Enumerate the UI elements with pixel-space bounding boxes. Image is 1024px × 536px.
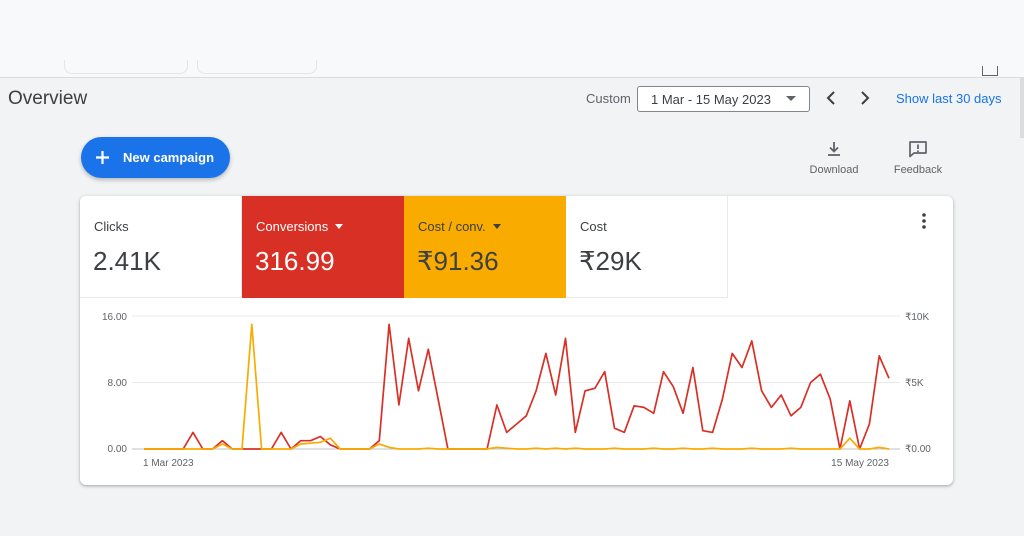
left-axis-tick: 8.00 [108, 378, 128, 389]
metric-value: ₹29K [579, 246, 642, 276]
metric-value: 316.99 [255, 246, 335, 276]
feedback-label: Feedback [893, 164, 943, 176]
chevron-left-icon [826, 91, 835, 105]
metric-tile-conversions[interactable]: Conversions 316.99 [242, 196, 404, 298]
series-line-conversions [144, 323, 890, 450]
metric-tile-cost-per-conversion[interactable]: Cost / conv. ₹91.36 [404, 196, 566, 298]
new-campaign-label: New campaign [123, 150, 215, 165]
right-axis-tick: ₹0.00 [905, 444, 931, 455]
filter-chip[interactable] [64, 60, 188, 74]
metric-tiles: Clicks 2.41K Conversions 316.99 Cost / c… [80, 196, 728, 298]
left-axis-tick: 16.00 [102, 312, 127, 323]
segment-icon[interactable] [982, 66, 998, 76]
right-axis-tick: ₹10K [905, 312, 929, 323]
filter-chip[interactable] [197, 60, 317, 74]
previous-period-button[interactable] [820, 87, 842, 109]
feedback-icon [909, 141, 927, 158]
x-axis-start-label: 1 Mar 2023 [143, 458, 194, 469]
show-last-30-days-link[interactable]: Show last 30 days [896, 91, 1002, 106]
dropdown-caret-icon [786, 96, 796, 101]
new-campaign-button[interactable]: New campaign [81, 137, 230, 178]
x-axis-end-label: 15 May 2023 [831, 458, 889, 469]
more-options-icon[interactable] [919, 212, 929, 230]
next-period-button[interactable] [854, 87, 876, 109]
chevron-right-icon [861, 91, 870, 105]
performance-card: Clicks 2.41K Conversions 316.99 Cost / c… [80, 196, 953, 485]
series-line-cost-conv [144, 323, 890, 450]
dropdown-caret-icon[interactable] [492, 224, 501, 229]
metric-tile-clicks[interactable]: Clicks 2.41K [80, 196, 242, 298]
left-axis-tick: 0.00 [108, 444, 128, 455]
metric-label: Cost [580, 219, 607, 234]
metric-value: ₹91.36 [417, 246, 499, 276]
feedback-button[interactable]: Feedback [892, 140, 944, 176]
performance-chart: 16.00 8.00 0.00 ₹10K ₹5K ₹0.00 1 Mar 202… [102, 312, 931, 469]
metric-label: Cost / conv. [418, 219, 486, 234]
page-title: Overview [8, 88, 88, 109]
download-label: Download [809, 164, 859, 176]
right-axis-tick: ₹5K [905, 378, 924, 389]
metric-label: Conversions [256, 219, 329, 234]
download-icon [828, 142, 840, 156]
date-range-value: 1 Mar - 15 May 2023 [651, 91, 771, 107]
plus-icon [96, 151, 109, 164]
dropdown-caret-icon[interactable] [335, 224, 344, 229]
scrollbar[interactable] [1020, 78, 1024, 138]
metric-value: 2.41K [93, 246, 161, 276]
download-button[interactable]: Download [808, 140, 860, 176]
metric-tile-cost[interactable]: Cost ₹29K [566, 196, 728, 298]
date-range-select[interactable]: 1 Mar - 15 May 2023 [637, 86, 810, 112]
metric-label: Clicks [94, 219, 129, 234]
date-preset-label: Custom [586, 91, 631, 106]
top-bar [0, 0, 1024, 78]
